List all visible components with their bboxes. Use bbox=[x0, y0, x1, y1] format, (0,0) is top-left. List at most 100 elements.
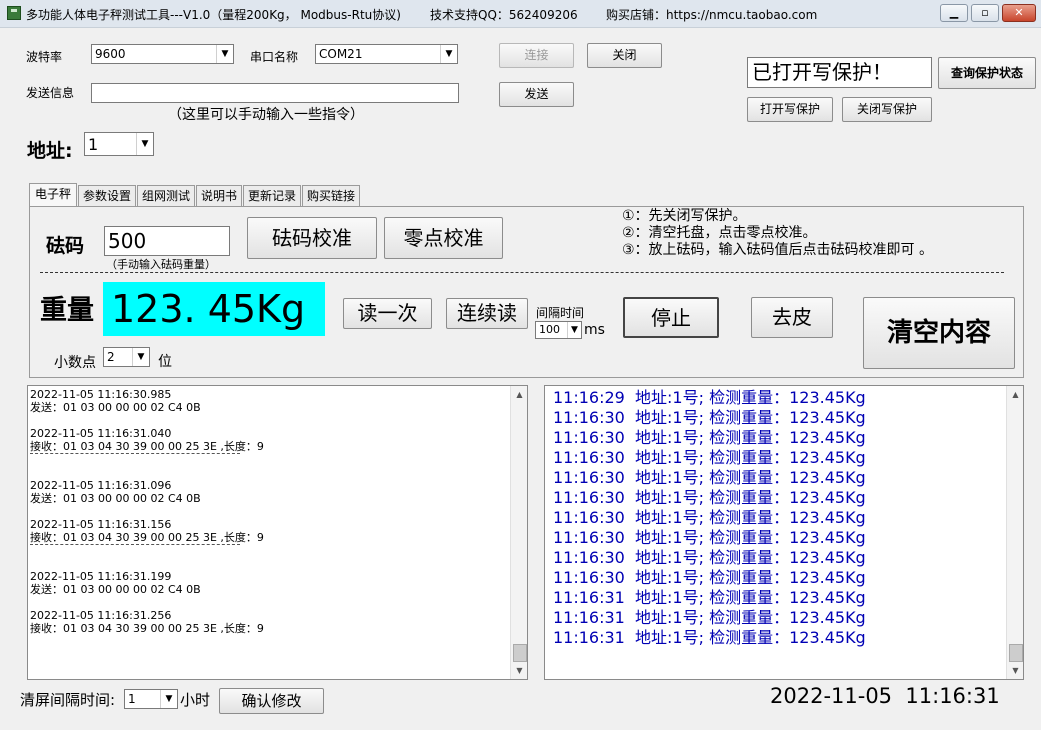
weight-log-line: 11:16:31 地址:1号; 检测重量：123.45Kg bbox=[553, 588, 866, 607]
maximize-button[interactable]: ▫ bbox=[971, 4, 999, 22]
scroll-thumb[interactable] bbox=[1009, 644, 1023, 662]
decimal-select[interactable]: 2 ▼ bbox=[103, 347, 150, 367]
read-once-button[interactable]: 读一次 bbox=[343, 298, 432, 329]
clear-interval-select[interactable]: 1 ▼ bbox=[124, 689, 178, 709]
weight-log-line: 11:16:30 地址:1号; 检测重量：123.45Kg bbox=[553, 468, 866, 487]
maximize-icon: ▫ bbox=[981, 6, 989, 19]
window-title: 多功能人体电子秤测试工具---V1.0（量程200Kg， Modbus-Rtu协… bbox=[26, 8, 401, 22]
current-datetime: 2022-11-05 11:16:31 bbox=[770, 684, 1000, 708]
app-icon bbox=[7, 6, 21, 20]
baud-label: 波特率 bbox=[26, 50, 63, 64]
weight-log-line: 11:16:30 地址:1号; 检测重量：123.45Kg bbox=[553, 448, 866, 467]
log-message: 发送：01 03 00 00 00 02 C4 0B bbox=[30, 583, 201, 596]
query-protect-button[interactable]: 查询保护状态 bbox=[938, 57, 1036, 89]
instruction-line: ②：清空托盘，点击零点校准。 bbox=[622, 225, 817, 241]
chevron-down-icon[interactable]: ▼ bbox=[567, 322, 581, 338]
log-message: 接收：01 03 04 30 39 00 00 25 3E ,长度：9 bbox=[30, 622, 264, 635]
log-timestamp: 2022-11-05 11:16:31.040 bbox=[30, 427, 172, 440]
tab-params[interactable]: 参数设置 bbox=[78, 185, 136, 207]
chevron-down-icon[interactable]: ▼ bbox=[160, 690, 177, 708]
close-protect-button[interactable]: 关闭写保护 bbox=[842, 97, 932, 122]
tab-manual[interactable]: 说明书 bbox=[196, 185, 242, 207]
chevron-down-icon[interactable]: ▼ bbox=[136, 133, 153, 155]
chevron-down-icon[interactable]: ▼ bbox=[216, 45, 233, 63]
title-bar[interactable]: 多功能人体电子秤测试工具---V1.0（量程200Kg， Modbus-Rtu协… bbox=[0, 0, 1041, 28]
confirm-change-button[interactable]: 确认修改 bbox=[219, 688, 324, 714]
zero-calibrate-button[interactable]: 零点校准 bbox=[384, 217, 503, 259]
decimal-label: 小数点 bbox=[54, 355, 96, 371]
send-label: 发送信息 bbox=[26, 86, 75, 100]
log-divider bbox=[30, 453, 240, 454]
minimize-icon: ▁ bbox=[949, 6, 959, 19]
tab-buy[interactable]: 购买链接 bbox=[302, 185, 360, 207]
log-timestamp: 2022-11-05 11:16:30.985 bbox=[30, 388, 172, 401]
weight-log-line: 11:16:30 地址:1号; 检测重量：123.45Kg bbox=[553, 408, 866, 427]
instruction-line: ①：先关闭写保护。 bbox=[622, 208, 747, 224]
raw-log-content: 2022-11-05 11:16:30.985 发送：01 03 00 00 00… bbox=[28, 386, 527, 635]
log-timestamp: 2022-11-05 11:16:31.156 bbox=[30, 518, 172, 531]
port-select[interactable]: COM21 ▼ bbox=[315, 44, 458, 64]
decimal-unit: 位 bbox=[158, 354, 172, 370]
tab-network[interactable]: 组网测试 bbox=[137, 185, 195, 207]
instruction-line: ③：放上砝码，输入砝码值后点击砝码校准即可 。 bbox=[622, 242, 933, 258]
shop-link: 购买店铺：https://nmcu.taobao.com bbox=[606, 8, 818, 22]
weight-log-line: 11:16:31 地址:1号; 检测重量：123.45Kg bbox=[553, 628, 866, 647]
log-timestamp: 2022-11-05 11:16:31.096 bbox=[30, 479, 172, 492]
read-continuous-button[interactable]: 连续读 bbox=[446, 298, 528, 329]
log-divider bbox=[30, 544, 240, 545]
clear-content-button[interactable]: 清空内容 bbox=[863, 297, 1015, 369]
clear-interval-value: 1 bbox=[128, 692, 136, 706]
scroll-down-icon[interactable]: ▼ bbox=[511, 662, 527, 679]
log-message: 接收：01 03 04 30 39 00 00 25 3E ,长度：9 bbox=[30, 440, 264, 453]
weight-log-line: 11:16:31 地址:1号; 检测重量：123.45Kg bbox=[553, 608, 866, 627]
scroll-down-icon[interactable]: ▼ bbox=[1007, 662, 1023, 679]
connect-button[interactable]: 连接 bbox=[499, 43, 574, 68]
decimal-value: 2 bbox=[107, 350, 115, 364]
open-protect-button[interactable]: 打开写保护 bbox=[747, 97, 833, 122]
weight-code-hint: （手动输入砝码重量） bbox=[106, 258, 216, 271]
tare-button[interactable]: 去皮 bbox=[751, 297, 833, 338]
panel-divider bbox=[40, 272, 1004, 273]
stop-button[interactable]: 停止 bbox=[623, 297, 719, 338]
weight-display: 123. 45Kg bbox=[103, 282, 325, 336]
weight-log-line: 11:16:30 地址:1号; 检测重量：123.45Kg bbox=[553, 568, 866, 587]
weight-log-line: 11:16:30 地址:1号; 检测重量：123.45Kg bbox=[553, 548, 866, 567]
support-qq: 技术支持QQ：562409206 bbox=[430, 8, 578, 22]
send-input[interactable] bbox=[91, 83, 459, 103]
close-window-button[interactable]: ✕ bbox=[1002, 4, 1036, 22]
weight-log-line: 11:16:30 地址:1号; 检测重量：123.45Kg bbox=[553, 428, 866, 447]
chevron-down-icon[interactable]: ▼ bbox=[440, 45, 457, 63]
weight-code-label: 砝码 bbox=[46, 235, 85, 257]
minimize-button[interactable]: ▁ bbox=[940, 4, 968, 22]
scroll-up-icon[interactable]: ▲ bbox=[511, 386, 527, 403]
scroll-thumb[interactable] bbox=[513, 644, 527, 662]
weight-log-line: 11:16:30 地址:1号; 检测重量：123.45Kg bbox=[553, 508, 866, 527]
log-message: 发送：01 03 00 00 00 02 C4 0B bbox=[30, 401, 201, 414]
weight-log-scrollbar[interactable]: ▲ ▼ bbox=[1006, 386, 1023, 679]
clear-interval-unit: 小时 bbox=[180, 691, 211, 709]
raw-log-panel[interactable]: 2022-11-05 11:16:30.985 发送：01 03 00 00 00… bbox=[27, 385, 528, 680]
weight-log-line: 11:16:30 地址:1号; 检测重量：123.45Kg bbox=[553, 488, 866, 507]
send-hint: （这里可以手动输入一些指令） bbox=[168, 107, 364, 123]
close-port-button[interactable]: 关闭 bbox=[587, 43, 662, 68]
weight-calibrate-button[interactable]: 砝码校准 bbox=[247, 217, 377, 259]
interval-unit: ms bbox=[584, 322, 605, 338]
tab-scale[interactable]: 电子秤 bbox=[29, 183, 77, 207]
chevron-down-icon[interactable]: ▼ bbox=[132, 348, 149, 366]
raw-log-scrollbar[interactable]: ▲ ▼ bbox=[510, 386, 527, 679]
weight-log-line: 11:16:30 地址:1号; 检测重量：123.45Kg bbox=[553, 528, 866, 547]
send-button[interactable]: 发送 bbox=[499, 82, 574, 107]
baud-select[interactable]: 9600 ▼ bbox=[91, 44, 234, 64]
protect-status: 已打开写保护！ bbox=[747, 57, 932, 88]
baud-value: 9600 bbox=[95, 47, 126, 61]
weight-label: 重量 bbox=[40, 295, 94, 326]
address-select[interactable]: 1 ▼ bbox=[84, 132, 154, 156]
interval-value: 100 bbox=[539, 323, 560, 336]
weight-code-input[interactable]: 500 bbox=[104, 226, 230, 256]
clear-interval-label: 清屏间隔时间: bbox=[20, 691, 116, 709]
tab-changelog[interactable]: 更新记录 bbox=[243, 185, 301, 207]
scroll-up-icon[interactable]: ▲ bbox=[1007, 386, 1023, 403]
address-label: 地址: bbox=[27, 140, 73, 162]
interval-select[interactable]: 100 ▼ bbox=[535, 321, 582, 339]
weight-log-panel[interactable]: 11:16:29 地址:1号; 检测重量：123.45Kg 11:16:30 地址… bbox=[544, 385, 1024, 680]
